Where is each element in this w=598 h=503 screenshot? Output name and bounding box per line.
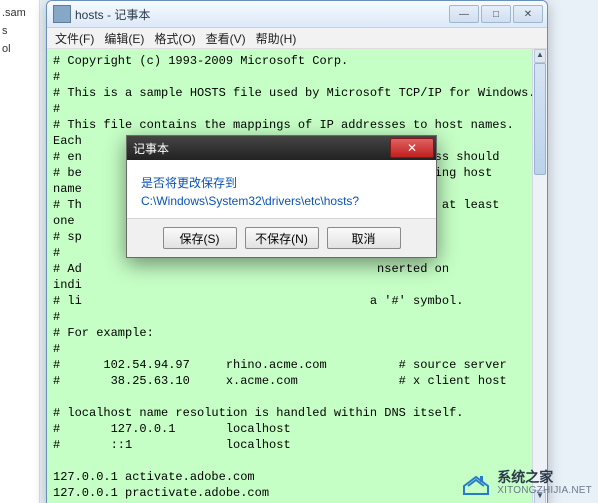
menu-file[interactable]: 文件(F): [51, 29, 98, 48]
dialog-message-line2: C:\Windows\System32\drivers\etc\hosts?: [141, 192, 422, 210]
watermark-url: XITONGZHIJIA.NET: [497, 484, 592, 497]
file-list-line: s: [2, 22, 37, 40]
dialog-message-line1: 是否将更改保存到: [141, 174, 422, 192]
app-icon: [53, 5, 71, 23]
file-list-panel: .sam s ol: [0, 0, 40, 503]
no-save-button[interactable]: 不保存(N): [245, 227, 319, 249]
close-icon: ✕: [407, 141, 417, 155]
save-confirm-dialog: 记事本 ✕ 是否将更改保存到 C:\Windows\System32\drive…: [126, 135, 437, 258]
editor-text[interactable]: # Copyright (c) 1993-2009 Microsoft Corp…: [47, 49, 533, 503]
scroll-up-arrow[interactable]: ▲: [534, 49, 546, 63]
file-list-line: ol: [2, 40, 37, 58]
save-button[interactable]: 保存(S): [163, 227, 237, 249]
scroll-thumb[interactable]: [534, 63, 546, 175]
watermark-logo-icon: [461, 472, 491, 496]
menu-format[interactable]: 格式(O): [150, 29, 199, 48]
vertical-scrollbar[interactable]: ▲ ▼: [532, 49, 547, 503]
menubar: 文件(F) 编辑(E) 格式(O) 查看(V) 帮助(H): [47, 28, 547, 49]
dialog-buttons: 保存(S) 不保存(N) 取消: [127, 218, 436, 257]
menu-edit[interactable]: 编辑(E): [100, 29, 148, 48]
maximize-button[interactable]: □: [481, 5, 511, 23]
dialog-body: 是否将更改保存到 C:\Windows\System32\drivers\etc…: [127, 160, 436, 218]
minimize-button[interactable]: —: [449, 5, 479, 23]
file-list-line: .sam: [2, 4, 37, 22]
watermark-cn: 系统之家: [497, 471, 592, 484]
editor-area: # Copyright (c) 1993-2009 Microsoft Corp…: [47, 49, 547, 503]
watermark-text: 系统之家 XITONGZHIJIA.NET: [497, 471, 592, 497]
window-buttons: — □ ✕: [447, 5, 543, 23]
dialog-title: 记事本: [133, 140, 390, 157]
dialog-titlebar[interactable]: 记事本 ✕: [127, 136, 436, 160]
window-title: hosts - 记事本: [75, 6, 447, 23]
cancel-button[interactable]: 取消: [327, 227, 401, 249]
menu-help[interactable]: 帮助(H): [252, 29, 301, 48]
menu-view[interactable]: 查看(V): [202, 29, 250, 48]
watermark: 系统之家 XITONGZHIJIA.NET: [461, 471, 592, 497]
titlebar[interactable]: hosts - 记事本 — □ ✕: [47, 1, 547, 28]
dialog-close-button[interactable]: ✕: [390, 138, 434, 158]
close-button[interactable]: ✕: [513, 5, 543, 23]
